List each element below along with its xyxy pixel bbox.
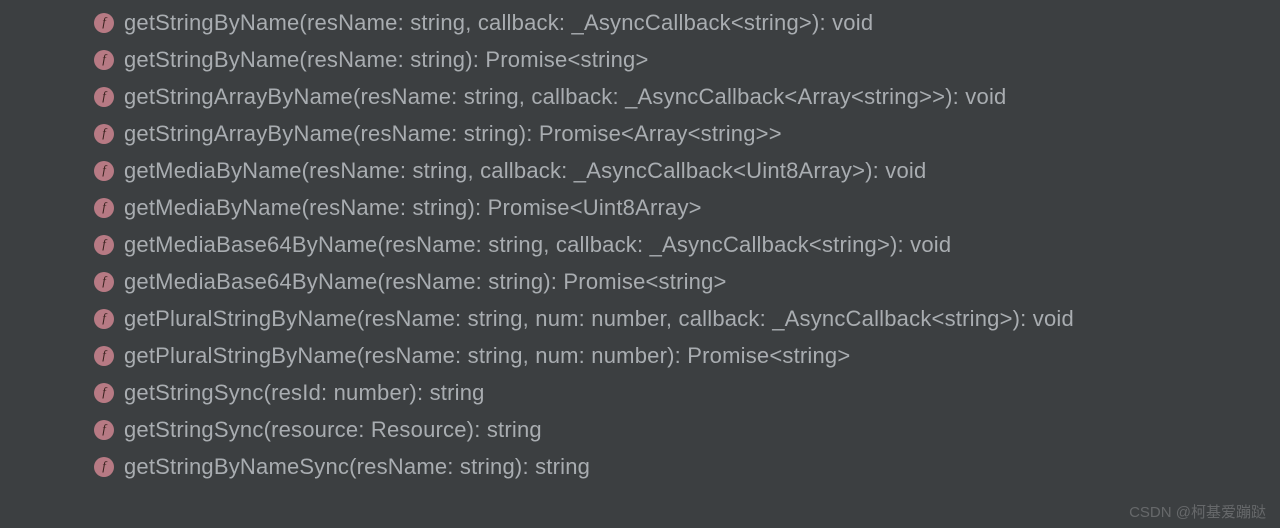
list-item[interactable]: f getStringArrayByName(resName: string, …	[0, 78, 1280, 115]
function-icon: f	[94, 87, 114, 107]
method-signature: getStringArrayByName(resName: string): P…	[124, 121, 782, 147]
list-item[interactable]: f getMediaByName(resName: string): Promi…	[0, 189, 1280, 226]
function-icon: f	[94, 383, 114, 403]
list-item[interactable]: f getMediaBase64ByName(resName: string):…	[0, 263, 1280, 300]
method-signature: getMediaByName(resName: string): Promise…	[124, 195, 702, 221]
list-item[interactable]: f getStringArrayByName(resName: string):…	[0, 115, 1280, 152]
method-signature: getPluralStringByName(resName: string, n…	[124, 306, 1074, 332]
function-icon: f	[94, 13, 114, 33]
method-signature: getStringByNameSync(resName: string): st…	[124, 454, 590, 480]
function-icon: f	[94, 457, 114, 477]
method-signature: getStringByName(resName: string, callbac…	[124, 10, 873, 36]
list-item[interactable]: f getStringSync(resource: Resource): str…	[0, 411, 1280, 448]
function-icon: f	[94, 198, 114, 218]
watermark: CSDN @柯基爱蹦跶	[1129, 501, 1266, 522]
method-signature: getStringArrayByName(resName: string, ca…	[124, 84, 1006, 110]
method-signature: getPluralStringByName(resName: string, n…	[124, 343, 850, 369]
function-icon: f	[94, 235, 114, 255]
function-icon: f	[94, 272, 114, 292]
method-signature: getStringSync(resource: Resource): strin…	[124, 417, 542, 443]
method-signature: getMediaByName(resName: string, callback…	[124, 158, 926, 184]
method-signature: getStringByName(resName: string): Promis…	[124, 47, 649, 73]
function-icon: f	[94, 50, 114, 70]
list-item[interactable]: f getPluralStringByName(resName: string,…	[0, 337, 1280, 374]
autocomplete-list: f getStringByName(resName: string, callb…	[0, 4, 1280, 485]
function-icon: f	[94, 346, 114, 366]
method-signature: getMediaBase64ByName(resName: string): P…	[124, 269, 727, 295]
list-item[interactable]: f getMediaBase64ByName(resName: string, …	[0, 226, 1280, 263]
list-item[interactable]: f getStringByNameSync(resName: string): …	[0, 448, 1280, 485]
function-icon: f	[94, 420, 114, 440]
list-item[interactable]: f getStringByName(resName: string, callb…	[0, 4, 1280, 41]
function-icon: f	[94, 161, 114, 181]
list-item[interactable]: f getPluralStringByName(resName: string,…	[0, 300, 1280, 337]
function-icon: f	[94, 309, 114, 329]
list-item[interactable]: f getStringSync(resId: number): string	[0, 374, 1280, 411]
method-signature: getMediaBase64ByName(resName: string, ca…	[124, 232, 951, 258]
list-item[interactable]: f getStringByName(resName: string): Prom…	[0, 41, 1280, 78]
function-icon: f	[94, 124, 114, 144]
list-item[interactable]: f getMediaByName(resName: string, callba…	[0, 152, 1280, 189]
method-signature: getStringSync(resId: number): string	[124, 380, 485, 406]
